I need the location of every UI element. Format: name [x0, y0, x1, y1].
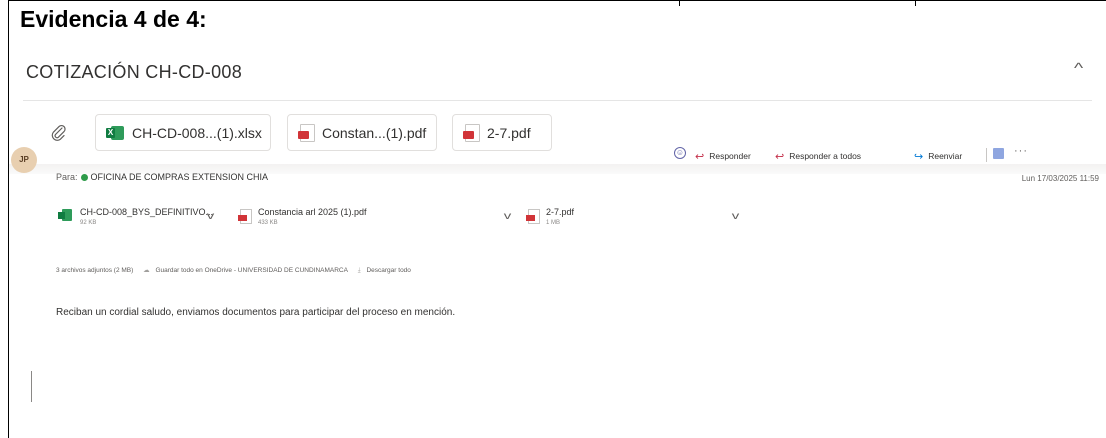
- text-cursor: [31, 371, 32, 402]
- attachment-item[interactable]: Constancia arl 2025 (1).pdf 433 KB v: [238, 205, 511, 235]
- attachment-size: 92 KB: [80, 220, 97, 226]
- attachment-item[interactable]: CH-CD-008_BYS_DEFINITIVO... 92 KB v: [58, 205, 258, 235]
- frame-top-border: [8, 0, 1106, 1]
- attachment-chip-label: Constan...(1).pdf: [322, 124, 427, 141]
- attachment-chip-pdf[interactable]: 2-7.pdf: [452, 114, 552, 151]
- avatar[interactable]: JP: [11, 147, 37, 173]
- attachment-name: Constancia arl 2025 (1).pdf: [258, 207, 367, 217]
- attachment-size: 433 KB: [258, 220, 278, 226]
- emoji-reaction-icon[interactable]: ☺: [674, 147, 686, 159]
- reply-button[interactable]: ↩ Responder: [695, 148, 751, 164]
- subject-header: COTIZACIÓN CH-CD-008 ^: [9, 50, 1106, 90]
- save-to-onedrive-link[interactable]: Guardar todo en OneDrive - UNIVERSIDAD D…: [155, 267, 348, 274]
- email-view: COTIZACIÓN CH-CD-008 ^ X CH-CD-008...(1)…: [9, 40, 1106, 438]
- presence-dot-icon: [80, 173, 88, 181]
- pdf-file-icon: [238, 209, 252, 224]
- more-options-icon[interactable]: ···: [1014, 145, 1028, 157]
- attachments-summary: 3 archivos adjuntos (2 MB) ☁ Guardar tod…: [56, 266, 415, 275]
- download-all-link[interactable]: Descargar todo: [366, 267, 410, 274]
- attachment-chip-pdf[interactable]: Constan...(1).pdf: [287, 114, 437, 151]
- email-date: Lun 17/03/2025 11:59: [1021, 174, 1099, 183]
- divider: [23, 100, 1092, 101]
- forward-button[interactable]: ↪ Reenviar: [914, 148, 962, 164]
- email-subject: COTIZACIÓN CH-CD-008: [26, 62, 243, 82]
- recipient-name[interactable]: OFICINA DE COMPRAS EXTENSION CHIA: [91, 172, 269, 182]
- chevron-down-icon[interactable]: v: [732, 211, 740, 222]
- cloud-icon: ☁: [143, 267, 150, 274]
- chevron-down-icon[interactable]: v: [207, 211, 215, 222]
- download-icon: ⤓: [357, 267, 361, 274]
- attachment-size: 1 MB: [546, 220, 561, 226]
- attachment-name: CH-CD-008_BYS_DEFINITIVO...: [80, 207, 214, 217]
- excel-file-icon: [58, 209, 72, 221]
- forward-label: Reenviar: [928, 151, 963, 161]
- reply-label: Responder: [709, 151, 751, 161]
- attachment-chip-xlsx[interactable]: X CH-CD-008...(1).xlsx: [95, 114, 271, 151]
- evidence-heading: Evidencia 4 de 4:: [20, 6, 207, 32]
- recipient-line: Para: OFICINA DE COMPRAS EXTENSION CHIA: [56, 172, 268, 182]
- frame-tick: [915, 0, 916, 6]
- reply-all-icon: ↩: [775, 150, 785, 163]
- pdf-file-icon: [463, 124, 480, 142]
- paperclip-icon: [49, 123, 69, 143]
- reply-icon: ↩: [695, 150, 705, 163]
- attachment-item[interactable]: 2-7.pdf 1 MB v: [526, 205, 756, 235]
- pdf-file-icon: [298, 124, 315, 142]
- to-label: Para:: [56, 172, 78, 182]
- reply-all-button[interactable]: ↩ Responder a todos: [775, 148, 861, 164]
- chevron-down-icon[interactable]: v: [504, 211, 512, 222]
- frame-tick: [679, 0, 680, 6]
- chevron-up-icon[interactable]: ^: [1074, 60, 1083, 77]
- forward-icon: ↪: [914, 150, 924, 163]
- email-body: Reciban un cordial saludo, enviamos docu…: [56, 307, 456, 318]
- attachment-name: 2-7.pdf: [546, 207, 575, 217]
- attachment-chip-label: CH-CD-008...(1).xlsx: [132, 124, 262, 141]
- pdf-file-icon: [526, 209, 540, 224]
- excel-file-icon: X: [106, 125, 124, 141]
- attachment-chip-label: 2-7.pdf: [487, 124, 531, 141]
- apps-grid-icon[interactable]: [993, 148, 1004, 159]
- attachments-count: 3 archivos adjuntos (2 MB): [56, 267, 134, 274]
- toolbar-divider: [986, 148, 987, 162]
- reply-all-label: Responder a todos: [789, 151, 862, 161]
